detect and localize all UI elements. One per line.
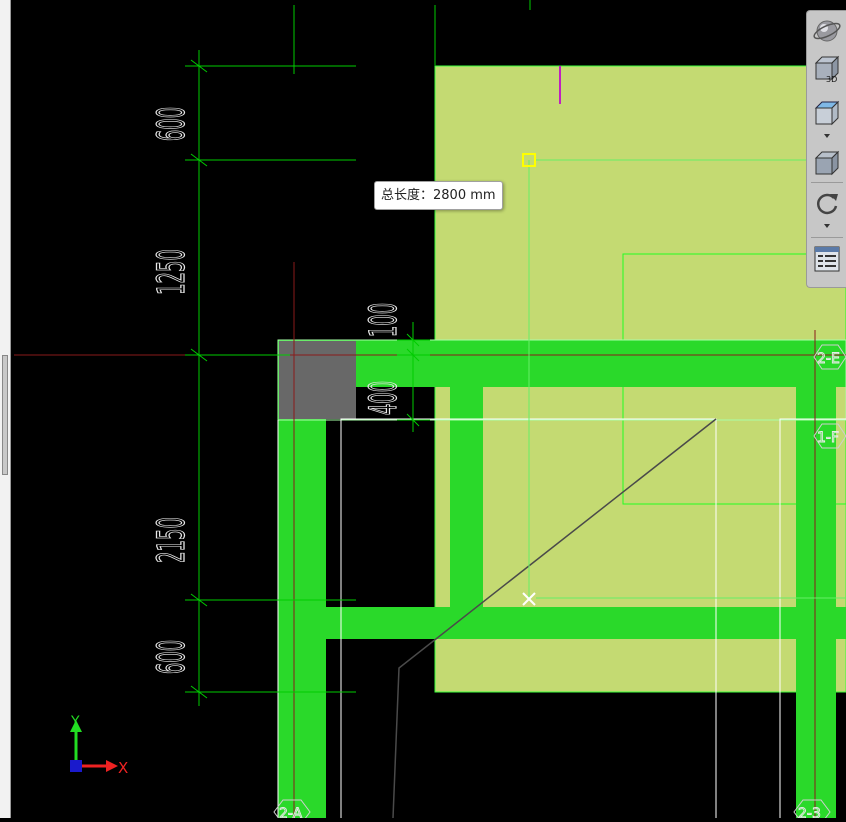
dim-text-1250: 1250 <box>150 249 193 295</box>
axis-label-2-E: 2-E <box>817 351 840 367</box>
axis-label-2-A: 2-A <box>279 806 303 818</box>
toolbar-separator <box>811 182 843 183</box>
view-side-icon <box>814 150 840 176</box>
dim-text-2150: 2150 <box>150 517 193 563</box>
beam-mid-horizontal <box>278 607 846 639</box>
view-toolbar: 3D <box>806 10 846 288</box>
view-3d-button[interactable]: 3D <box>811 53 843 85</box>
view-3d-cube-icon: 3D <box>814 55 840 84</box>
beam-right <box>796 340 836 818</box>
view-top-icon <box>814 100 840 126</box>
cad-canvas[interactable]: 600 1250 2150 600 100 400 2-E 1-F 2-A 2-… <box>0 0 846 822</box>
column[interactable] <box>279 341 356 419</box>
rotate-icon <box>816 193 838 215</box>
properties-button[interactable] <box>811 243 843 275</box>
view-side-button[interactable] <box>811 147 843 179</box>
ucs-y-label: Y <box>70 714 80 730</box>
orbit-button[interactable] <box>811 15 843 47</box>
cad-viewport[interactable]: 600 1250 2150 600 100 400 2-E 1-F 2-A 2-… <box>0 0 846 822</box>
ucs-x-label: X <box>118 759 128 777</box>
length-tooltip: 总长度：2800 mm <box>374 181 503 210</box>
dim-text-600-top: 600 <box>150 107 193 141</box>
axis-label-1-F: 1-F <box>817 430 839 446</box>
toolbar-separator <box>811 237 843 238</box>
properties-icon <box>814 246 840 272</box>
panel-collapse-handle[interactable] <box>2 355 8 475</box>
orbit-icon <box>813 20 841 42</box>
view-dropdown-arrow-icon[interactable] <box>823 133 831 139</box>
rotate-button[interactable] <box>811 187 843 219</box>
dim-text-400: 400 <box>362 381 405 415</box>
rotate-dropdown-arrow-icon[interactable] <box>823 223 831 229</box>
axis-label-2-3: 2-3 <box>798 806 821 818</box>
view-top-button[interactable] <box>811 97 843 129</box>
dim-text-100: 100 <box>362 303 405 337</box>
svg-text:3D: 3D <box>826 75 837 84</box>
left-panel-strip <box>0 0 11 818</box>
dim-text-600-bottom: 600 <box>150 640 193 674</box>
